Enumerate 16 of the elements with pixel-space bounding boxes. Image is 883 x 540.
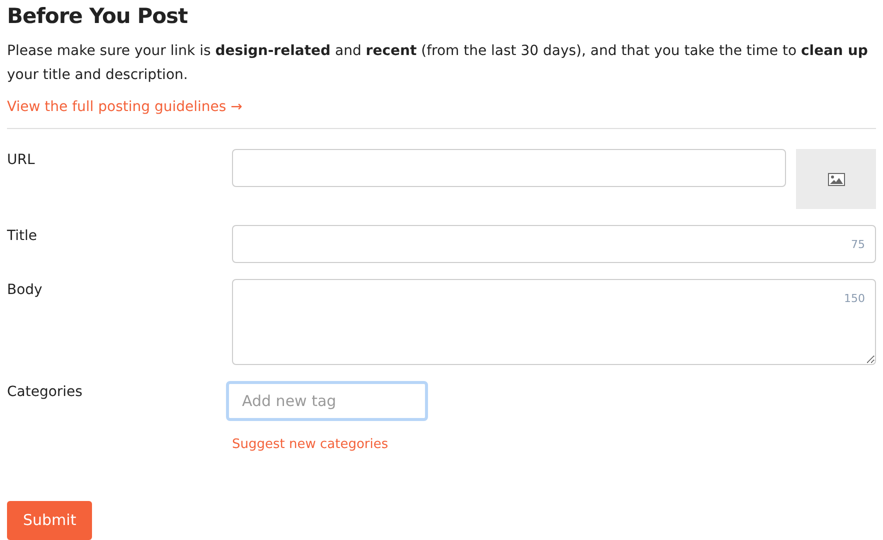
guidelines-link[interactable]: View the full posting guidelines →: [7, 97, 242, 118]
intro-text: Please make sure your link is design-related and recent (from the last 30 days), and that you take the time to clean up your title and description.: [7, 42, 869, 86]
title-field[interactable]: [232, 225, 876, 264]
tag-field[interactable]: Add new tag: [226, 381, 428, 422]
character-counter: 75: [851, 237, 865, 254]
image-icon: [828, 172, 844, 186]
submit-button[interactable]: Submit: [7, 501, 92, 540]
field-label: Body: [7, 281, 44, 300]
field-label: Categories: [7, 383, 84, 402]
suggest-link[interactable]: Suggest new categories: [232, 435, 388, 455]
field-label: Title: [7, 227, 38, 246]
url-field[interactable]: [232, 149, 786, 188]
field-label: URL: [7, 151, 36, 170]
character-counter: 150: [844, 291, 865, 308]
page-heading: Before You Post: [7, 4, 189, 30]
body-field[interactable]: [232, 279, 876, 366]
